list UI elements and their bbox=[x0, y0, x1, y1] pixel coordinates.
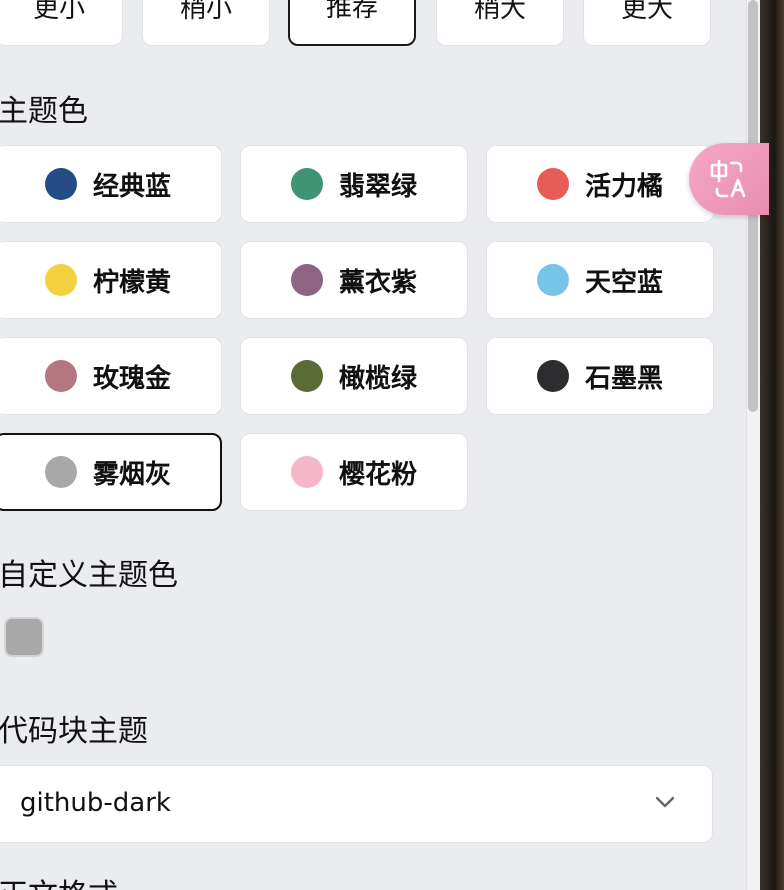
theme-color-option[interactable]: 柠檬黄 bbox=[0, 241, 222, 319]
theme-color-label: 柠檬黄 bbox=[92, 267, 171, 298]
theme-color-label: 经典蓝 bbox=[92, 171, 171, 202]
theme-color-option[interactable]: 翡翠绿 bbox=[240, 145, 468, 223]
font-size-option[interactable]: 更小 bbox=[0, 0, 123, 46]
theme-color-label: 天空蓝 bbox=[584, 267, 663, 298]
theme-color-option[interactable]: 樱花粉 bbox=[240, 433, 468, 511]
color-swatch-dot bbox=[290, 264, 323, 296]
color-swatch-dot bbox=[536, 360, 569, 392]
theme-color-option[interactable]: 玫瑰金 bbox=[0, 337, 222, 415]
theme-color-option[interactable]: 天空蓝 bbox=[486, 241, 714, 319]
theme-color-option[interactable]: 橄榄绿 bbox=[240, 337, 468, 415]
font-size-option[interactable]: 稍小 bbox=[142, 0, 270, 46]
settings-panel: 更小 稍小 推荐 稍大 更大 主题色 经典蓝 翡翠绿 活力橘柠檬黄 薰衣紫 天空蓝玫瑰金 橄榄绿 石… bbox=[0, 0, 760, 890]
color-swatch-dot bbox=[536, 168, 569, 200]
custom-theme-heading: 自定义主题色 bbox=[0, 558, 178, 593]
theme-color-option[interactable]: 活力橘 bbox=[486, 145, 714, 223]
color-swatch-dot bbox=[290, 456, 323, 488]
code-theme-heading: 代码块主题 bbox=[0, 714, 148, 749]
color-swatch-dot bbox=[44, 264, 77, 296]
code-theme-select[interactable]: github-dark bbox=[0, 765, 713, 843]
font-size-option[interactable]: 稍大 bbox=[436, 0, 564, 46]
font-size-option[interactable]: 更大 bbox=[583, 0, 711, 46]
theme-color-option[interactable]: 雾烟灰 bbox=[0, 433, 222, 511]
chevron-down-icon bbox=[655, 796, 675, 808]
theme-color-label: 石墨黑 bbox=[584, 363, 663, 394]
code-theme-value: github-dark bbox=[20, 788, 171, 818]
theme-color-label: 玫瑰金 bbox=[92, 363, 171, 394]
theme-color-label: 翡翠绿 bbox=[338, 171, 417, 202]
theme-color-option[interactable]: 经典蓝 bbox=[0, 145, 222, 223]
color-swatch-dot bbox=[44, 360, 77, 392]
theme-color-heading: 主题色 bbox=[0, 94, 88, 129]
background-edge bbox=[760, 0, 784, 890]
color-swatch-dot bbox=[290, 360, 323, 392]
body-format-heading: 正文格式 bbox=[0, 870, 118, 890]
color-swatch-dot bbox=[536, 264, 569, 296]
theme-color-option[interactable]: 薰衣紫 bbox=[240, 241, 468, 319]
color-swatch-dot bbox=[44, 168, 77, 200]
translate-button[interactable] bbox=[689, 143, 769, 215]
custom-color-picker[interactable] bbox=[4, 617, 44, 657]
theme-color-label: 活力橘 bbox=[584, 171, 663, 202]
color-swatch-dot bbox=[290, 168, 323, 200]
theme-color-label: 雾烟灰 bbox=[92, 459, 171, 490]
color-swatch-dot bbox=[44, 456, 77, 488]
font-size-option[interactable]: 推荐 bbox=[288, 0, 416, 46]
theme-color-label: 樱花粉 bbox=[338, 459, 417, 490]
theme-color-label: 薰衣紫 bbox=[338, 267, 417, 298]
theme-color-option[interactable]: 石墨黑 bbox=[486, 337, 714, 415]
translate-icon bbox=[710, 159, 746, 198]
theme-color-label: 橄榄绿 bbox=[338, 363, 417, 394]
